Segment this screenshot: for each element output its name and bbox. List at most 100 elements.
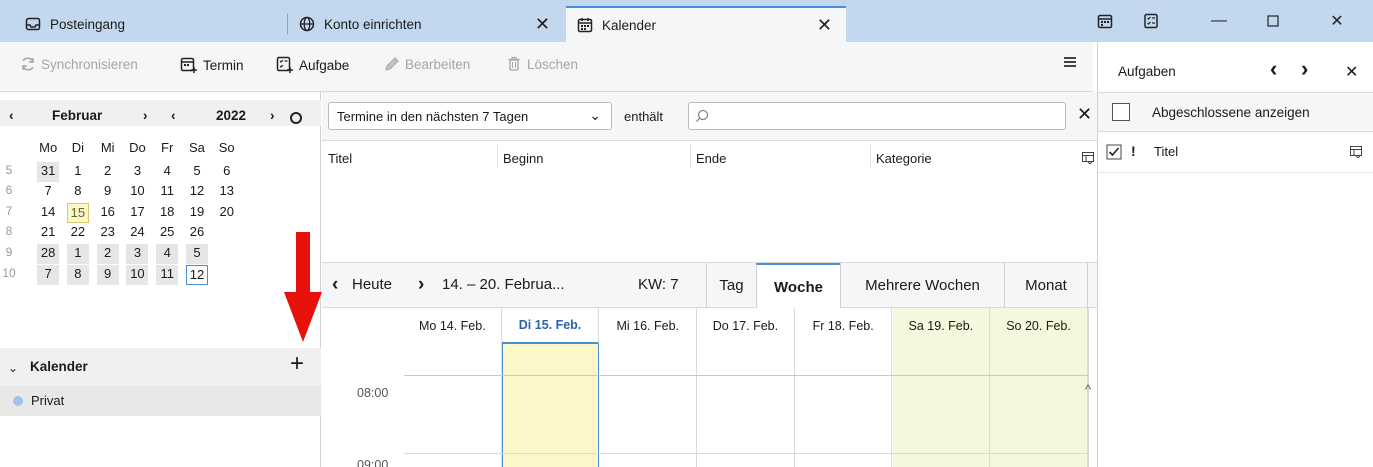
new-event-button[interactable]: Termin — [180, 56, 244, 74]
calendar-icon[interactable] — [1082, 0, 1128, 42]
today-circle-icon[interactable] — [290, 112, 302, 124]
day-column-header[interactable]: So 20. Feb. — [990, 308, 1088, 344]
close-icon[interactable]: ✕ — [535, 14, 550, 35]
minical-day[interactable]: 5 — [185, 244, 208, 264]
checkbox-icon[interactable] — [1106, 144, 1122, 160]
minical-day[interactable]: 8 — [67, 182, 89, 202]
day-column-header[interactable]: Mo 14. Feb. — [404, 308, 502, 344]
minical-day[interactable]: 28 — [37, 244, 60, 264]
tab-day[interactable]: Tag — [706, 263, 756, 308]
day-column[interactable] — [501, 344, 600, 467]
minical-day[interactable]: 2 — [96, 244, 119, 264]
minical-day[interactable]: 21 — [37, 223, 59, 243]
tab-month[interactable]: Monat — [1004, 263, 1088, 308]
tab-konto-einrichten[interactable]: Konto einrichten ✕ — [288, 6, 564, 42]
next-year-icon[interactable]: › — [270, 108, 275, 123]
minical-day[interactable]: 31 — [37, 162, 60, 182]
day-column[interactable] — [795, 344, 893, 467]
maximize-icon[interactable] — [1250, 0, 1296, 42]
minical-day[interactable]: 3 — [126, 244, 149, 264]
minimize-icon[interactable]: — — [1196, 0, 1242, 42]
minical-day[interactable]: 11 — [156, 265, 179, 285]
day-column-header[interactable]: Fr 18. Feb. — [795, 308, 893, 344]
event-filter-select[interactable]: Termine in den nächsten 7 Tagen ⌄ — [328, 102, 612, 130]
minical-day[interactable]: 11 — [156, 182, 178, 202]
minical-day[interactable]: 17 — [126, 203, 148, 223]
prev-year-icon[interactable]: ‹ — [171, 108, 176, 123]
day-column-header[interactable]: Di 15. Feb. — [501, 308, 600, 344]
minical-day[interactable]: 1 — [67, 162, 89, 182]
minical-day[interactable]: 14 — [37, 203, 59, 223]
minical-day[interactable]: 10 — [126, 182, 148, 202]
minical-day[interactable]: 12 — [185, 265, 208, 285]
minical-day[interactable]: 1 — [66, 244, 89, 264]
minical-day[interactable]: 23 — [97, 223, 119, 243]
minical-day[interactable]: 19 — [186, 203, 208, 223]
minical-day[interactable]: 3 — [126, 162, 148, 182]
close-icon[interactable]: ✕ — [817, 15, 832, 36]
minical-day[interactable]: 13 — [216, 182, 238, 202]
column-header-start[interactable]: Beginn — [503, 151, 543, 166]
column-header-category[interactable]: Kategorie — [876, 151, 932, 166]
edit-button[interactable]: Bearbeiten — [384, 56, 470, 72]
prev-week-icon[interactable]: ‹ — [332, 274, 338, 296]
day-column[interactable] — [892, 344, 991, 467]
minical-day[interactable]: 26 — [186, 223, 208, 243]
minical-day[interactable]: 7 — [37, 265, 60, 285]
today-button[interactable]: Heute — [352, 276, 392, 293]
minical-day[interactable]: 16 — [97, 203, 119, 223]
tab-kalender[interactable]: Kalender ✕ — [566, 6, 846, 42]
minical-day[interactable]: 4 — [156, 162, 178, 182]
day-column[interactable] — [404, 344, 502, 467]
minical-day[interactable]: 15 — [66, 203, 89, 223]
title-column-header[interactable]: Titel — [1154, 144, 1178, 159]
day-column-header[interactable]: Do 17. Feb. — [697, 308, 795, 344]
prev-month-icon[interactable]: ‹ — [9, 108, 14, 123]
column-picker-icon[interactable] — [1350, 146, 1362, 158]
tab-multiweek[interactable]: Mehrere Wochen — [840, 263, 1004, 308]
prev-icon[interactable]: ‹ — [1270, 56, 1277, 82]
scroll-up-icon[interactable]: ^ — [1085, 382, 1091, 397]
calendar-list-item[interactable]: Privat — [0, 386, 321, 416]
minical-day[interactable]: 18 — [156, 203, 178, 223]
show-completed-checkbox[interactable] — [1112, 103, 1130, 121]
tasks-icon[interactable] — [1128, 0, 1174, 42]
new-task-button[interactable]: Aufgabe — [276, 56, 349, 74]
minical-day[interactable]: 22 — [67, 223, 89, 243]
column-header-end[interactable]: Ende — [696, 151, 726, 166]
tab-week[interactable]: Woche — [756, 263, 840, 309]
tab-posteingang[interactable]: Posteingang — [14, 6, 286, 42]
minical-day[interactable]: 10 — [126, 265, 149, 285]
day-column-header[interactable]: Mi 16. Feb. — [599, 308, 698, 344]
priority-column-header[interactable]: ! — [1131, 143, 1136, 159]
delete-button[interactable]: Löschen — [506, 56, 578, 72]
column-picker-icon[interactable] — [1082, 152, 1094, 164]
minical-day[interactable]: 6 — [216, 162, 238, 182]
minical-day[interactable]: 9 — [97, 182, 119, 202]
minical-day[interactable]: 24 — [126, 223, 148, 243]
next-month-icon[interactable]: › — [143, 108, 148, 123]
search-input[interactable] — [688, 102, 1066, 130]
minical-day[interactable]: 9 — [96, 265, 119, 285]
day-column-header[interactable]: Sa 19. Feb. — [892, 308, 991, 344]
minical-day[interactable]: 25 — [156, 223, 178, 243]
menu-icon[interactable] — [1062, 54, 1078, 70]
next-icon[interactable]: › — [1301, 56, 1308, 82]
close-window-icon[interactable]: ✕ — [1314, 0, 1360, 42]
minical-day[interactable]: 20 — [216, 203, 238, 223]
day-column[interactable] — [990, 344, 1088, 467]
minical-day[interactable]: 4 — [156, 244, 179, 264]
column-header-title[interactable]: Titel — [328, 151, 352, 166]
close-icon[interactable]: ✕ — [1077, 104, 1092, 125]
minical-day[interactable]: 5 — [186, 162, 208, 182]
minical-day[interactable]: 7 — [37, 182, 59, 202]
sync-button[interactable]: Synchronisieren — [20, 56, 138, 72]
minical-day[interactable]: 2 — [97, 162, 119, 182]
next-week-icon[interactable]: › — [418, 274, 424, 296]
chevron-down-icon[interactable]: ⌄ — [8, 361, 18, 375]
minical-day[interactable]: 8 — [66, 265, 89, 285]
day-column[interactable] — [697, 344, 795, 467]
day-column[interactable] — [599, 344, 698, 467]
close-icon[interactable]: ✕ — [1345, 62, 1358, 82]
add-calendar-icon[interactable]: + — [290, 350, 304, 378]
